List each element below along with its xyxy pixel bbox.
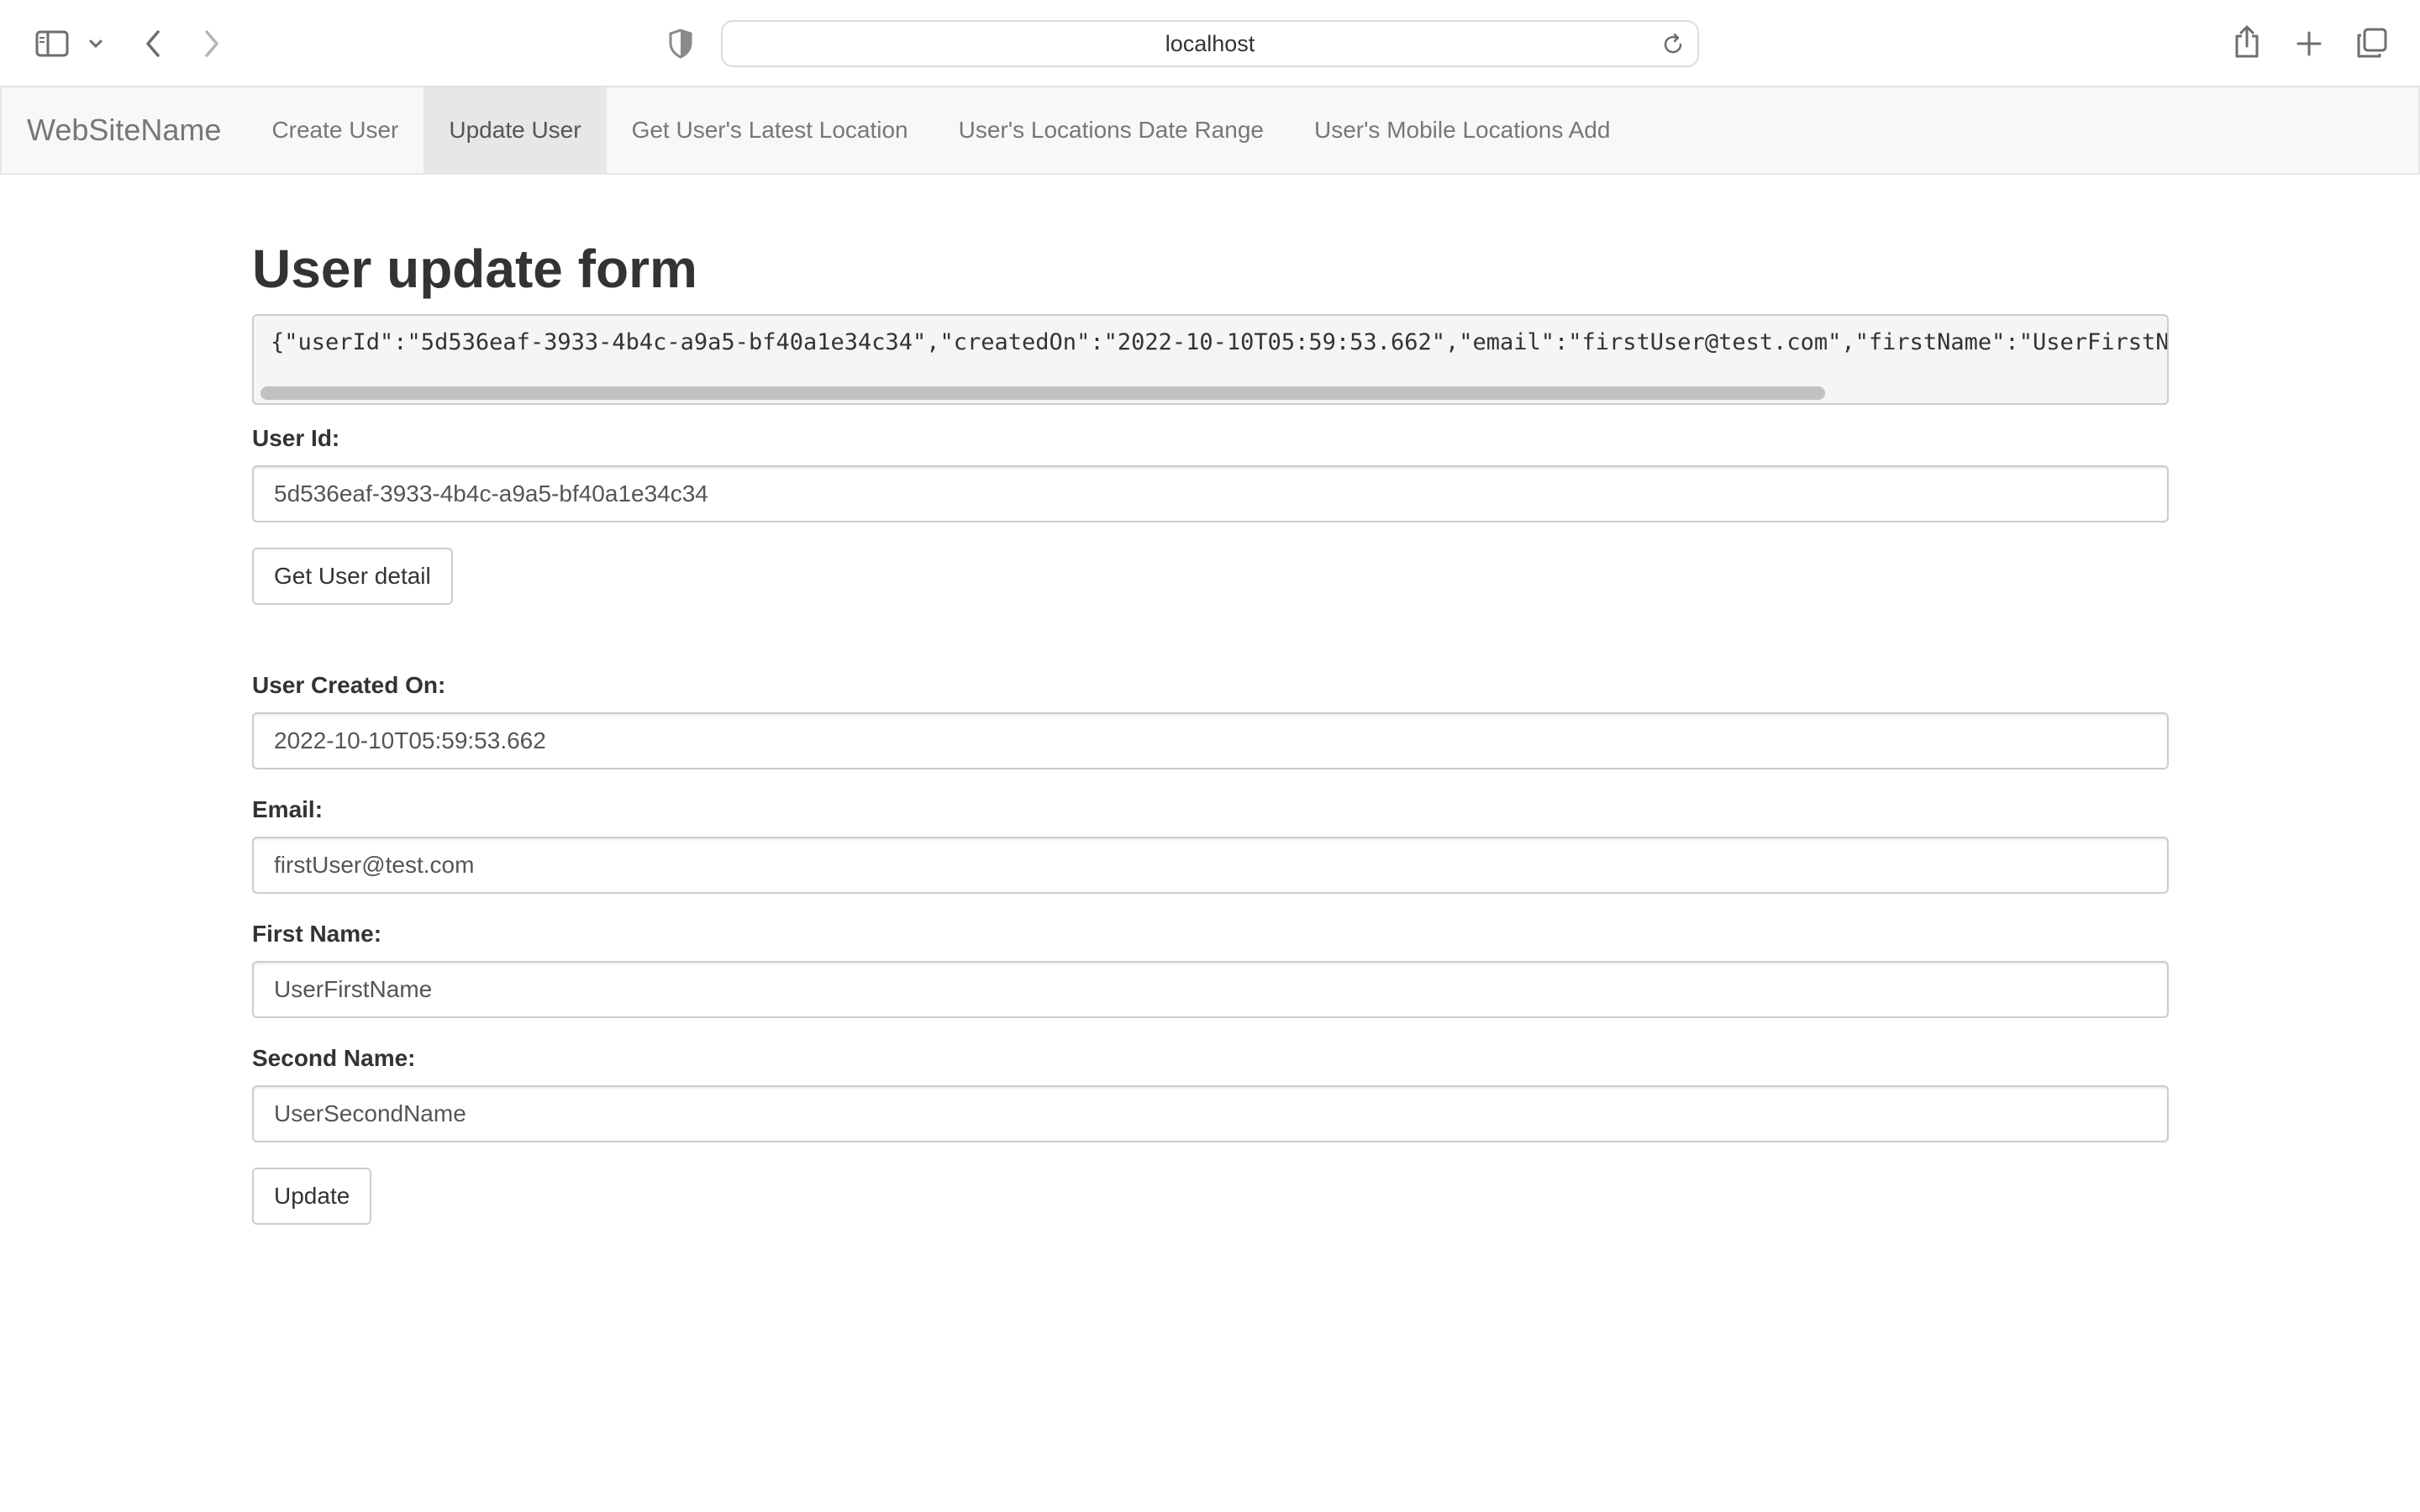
nav-update-user[interactable]: Update User (424, 87, 607, 173)
user-id-label: User Id: (252, 425, 340, 451)
nav-create-user[interactable]: Create User (246, 87, 424, 173)
nav-latest-location[interactable]: Get User's Latest Location (607, 87, 934, 173)
json-scrollbar[interactable] (257, 386, 2164, 400)
address-bar[interactable]: localhost (721, 20, 1699, 67)
json-output[interactable]: {"userId":"5d536eaf-3933-4b4c-a9a5-bf40a… (252, 314, 2169, 405)
json-scrollbar-thumb[interactable] (260, 386, 1825, 400)
user-id-input[interactable] (252, 465, 2169, 522)
top-navbar: WebSiteName Create User Update User Get … (0, 87, 2420, 175)
chevron-right-icon[interactable] (198, 25, 225, 62)
json-output-text: {"userId":"5d536eaf-3933-4b4c-a9a5-bf40a… (271, 329, 2169, 355)
first-name-label: First Name: (252, 921, 382, 947)
nav-mobile-locations-add[interactable]: User's Mobile Locations Add (1289, 87, 1635, 173)
second-name-input[interactable] (252, 1085, 2169, 1142)
address-url: localhost (1165, 30, 1255, 56)
shield-icon[interactable] (666, 27, 696, 60)
brand-link[interactable]: WebSiteName (2, 87, 246, 173)
user-update-form: User update form {"userId":"5d536eaf-393… (252, 235, 2169, 1225)
email-label: Email: (252, 796, 324, 822)
created-on-label: User Created On: (252, 672, 446, 698)
second-name-label: Second Name: (252, 1045, 416, 1071)
chevron-down-icon[interactable] (86, 34, 106, 54)
sidebar-icon[interactable] (34, 27, 71, 60)
email-input[interactable] (252, 837, 2169, 894)
reload-icon[interactable] (1660, 32, 1686, 57)
nav-locations-date-range[interactable]: User's Locations Date Range (934, 87, 1289, 173)
page-title: User update form (252, 239, 697, 299)
update-button[interactable]: Update (252, 1168, 372, 1225)
first-name-input[interactable] (252, 961, 2169, 1018)
plus-icon[interactable] (2292, 27, 2326, 60)
tabs-overview-icon[interactable] (2354, 25, 2390, 60)
chevron-left-icon[interactable] (139, 25, 166, 62)
share-icon[interactable] (2232, 24, 2262, 60)
browser-toolbar: localhost (0, 0, 2420, 87)
get-user-detail-button[interactable]: Get User detail (252, 548, 453, 605)
created-on-input[interactable] (252, 712, 2169, 769)
